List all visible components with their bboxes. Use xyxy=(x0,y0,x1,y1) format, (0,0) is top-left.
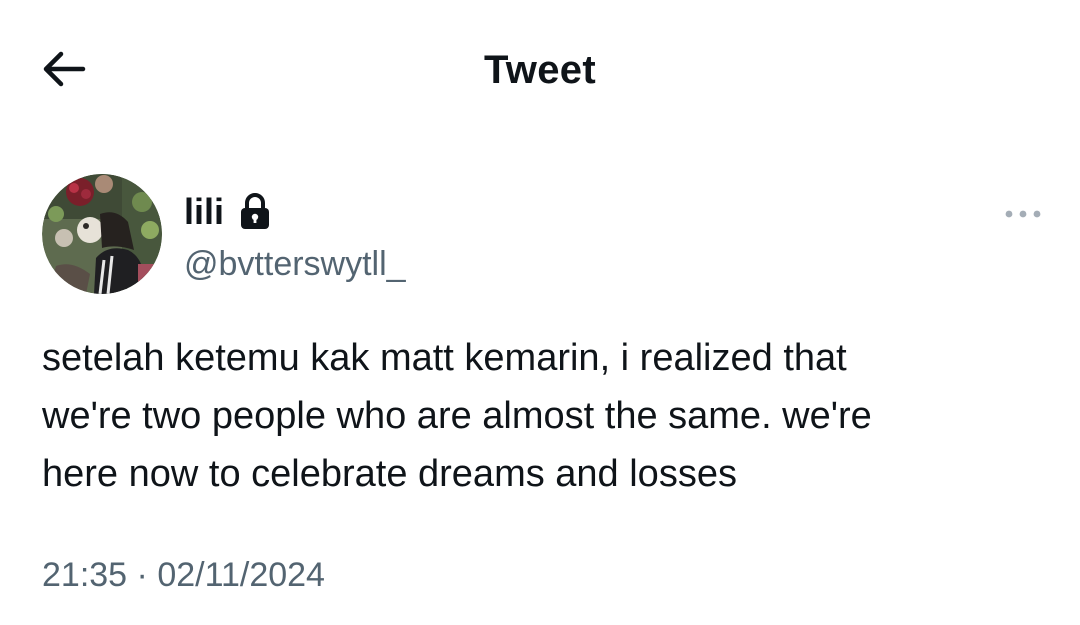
avatar[interactable] xyxy=(42,174,162,294)
top-bar: Tweet xyxy=(0,0,1080,140)
tweet-time[interactable]: 21:35 xyxy=(42,556,127,594)
author-handle[interactable]: @bvtterswytll_ xyxy=(184,242,406,286)
more-horizontal-icon xyxy=(1005,210,1041,218)
profile-photo xyxy=(42,174,162,294)
author-name-row: lili xyxy=(184,190,272,234)
tweet-text-line: here now to celebrate dreams and losses xyxy=(42,453,737,495)
tweet-text-line: setelah ketemu kak matt kemarin, i reali… xyxy=(42,337,847,379)
page-title: Tweet xyxy=(484,48,596,92)
tweet-date[interactable]: 02/11/2024 xyxy=(157,556,325,594)
author-display-name[interactable]: lili xyxy=(184,190,224,234)
meta-separator: · xyxy=(136,556,148,594)
tweet-text-line: we're two people who are almost the same… xyxy=(42,395,872,437)
more-options-button[interactable] xyxy=(998,196,1048,232)
tweet-timestamp: 21:35 · 02/11/2024 xyxy=(42,552,325,598)
lock-icon xyxy=(241,193,270,229)
tweet-text: setelah ketemu kak matt kemarin, i reali… xyxy=(42,329,1032,503)
